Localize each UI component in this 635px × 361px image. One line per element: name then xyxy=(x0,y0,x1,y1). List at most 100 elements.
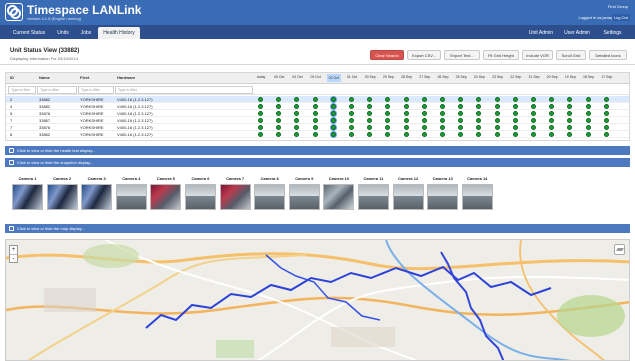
health-status-icon[interactable] xyxy=(312,97,318,102)
health-status-icon[interactable] xyxy=(585,104,591,109)
health-status-icon[interactable] xyxy=(603,111,609,116)
health-status-icon[interactable] xyxy=(367,97,373,102)
export-csv-button[interactable]: Export CSV... xyxy=(407,50,441,60)
snapshot-display-toggle[interactable]: Click to view or hide the snapshot displ… xyxy=(5,158,630,167)
date-column-header[interactable]: 24 Sep xyxy=(472,75,486,79)
date-column-header[interactable]: 18 Sep xyxy=(582,75,596,79)
filter-name-input[interactable]: Type to filter xyxy=(37,86,77,94)
nav-health-history[interactable]: Health History xyxy=(98,27,140,39)
health-status-icon[interactable] xyxy=(458,111,464,116)
zoom-out-button[interactable]: - xyxy=(10,255,17,264)
date-column-header[interactable]: 23 Sep xyxy=(491,75,505,79)
health-status-icon[interactable] xyxy=(367,118,373,123)
detailed-icons-button[interactable]: Detailed Icons xyxy=(589,50,627,60)
camera-snapshot[interactable] xyxy=(150,184,182,210)
column-hardware[interactable]: Hardware xyxy=(117,75,135,80)
health-status-icon[interactable] xyxy=(421,125,427,130)
health-status-icon[interactable] xyxy=(385,97,391,102)
health-status-icon[interactable] xyxy=(312,125,318,130)
layers-icon[interactable] xyxy=(614,244,625,255)
date-column-header[interactable]: 28 Sep xyxy=(400,75,414,79)
date-column-header[interactable]: today xyxy=(254,75,268,79)
column-fleet[interactable]: Fleet xyxy=(80,75,89,80)
health-status-icon[interactable] xyxy=(494,104,500,109)
date-column-header[interactable]: 02 Oct xyxy=(326,74,341,82)
health-status-icon[interactable] xyxy=(312,111,318,116)
health-status-icon[interactable] xyxy=(258,104,263,109)
date-column-header[interactable]: 21 Sep xyxy=(527,75,541,79)
health-status-icon[interactable] xyxy=(330,97,336,102)
health-status-icon[interactable] xyxy=(494,125,500,130)
nav-user-admin[interactable]: User Admin xyxy=(562,27,592,39)
camera-snapshot[interactable] xyxy=(81,184,113,210)
health-status-icon[interactable] xyxy=(385,104,391,109)
export-text-button[interactable]: Export Text... xyxy=(444,50,480,60)
health-status-icon[interactable] xyxy=(276,118,282,123)
camera-snapshot[interactable] xyxy=(12,184,43,210)
date-column-header[interactable]: 05 Oct xyxy=(272,75,286,79)
health-status-icon[interactable] xyxy=(567,111,573,116)
health-status-icon[interactable] xyxy=(294,132,300,137)
camera-snapshot[interactable] xyxy=(115,184,147,210)
nav-jobs[interactable]: Jobs xyxy=(77,27,95,39)
health-status-icon[interactable] xyxy=(531,97,536,102)
health-display-toggle[interactable]: Click to view or hide the health test di… xyxy=(5,146,630,155)
health-status-icon[interactable] xyxy=(440,111,445,116)
health-status-icon[interactable] xyxy=(531,125,536,130)
health-status-icon[interactable] xyxy=(512,132,518,137)
health-status-icon[interactable] xyxy=(549,111,555,116)
health-status-icon[interactable] xyxy=(549,132,555,137)
health-status-icon[interactable] xyxy=(567,97,573,102)
health-status-icon[interactable] xyxy=(494,132,500,137)
date-column-header[interactable]: 20 Sep xyxy=(545,75,559,79)
date-column-header[interactable]: 19 Sep xyxy=(563,75,577,79)
table-row[interactable]: 7 33876 YORKSHIRE V400-16 (1.2.3.127) xyxy=(6,124,629,131)
date-column-header[interactable]: 01 Oct xyxy=(345,75,359,79)
camera-snapshot[interactable] xyxy=(392,184,424,210)
health-status-icon[interactable] xyxy=(585,97,591,102)
health-status-icon[interactable] xyxy=(258,97,263,102)
health-status-icon[interactable] xyxy=(440,125,445,130)
health-status-icon[interactable] xyxy=(494,111,500,116)
table-row[interactable]: 5 33878 YORKSHIRE V400-16 (1.2.3.127) xyxy=(6,110,629,117)
health-status-icon[interactable] xyxy=(458,132,464,137)
map-view[interactable] xyxy=(5,239,630,361)
date-column-header[interactable]: 26 Sep xyxy=(436,75,450,79)
health-status-icon[interactable] xyxy=(603,118,609,123)
camera-snapshot[interactable] xyxy=(254,184,286,210)
health-status-icon[interactable] xyxy=(585,132,591,137)
health-status-icon[interactable] xyxy=(312,132,318,137)
health-status-icon[interactable] xyxy=(603,97,609,102)
health-status-icon[interactable] xyxy=(567,104,573,109)
health-status-icon[interactable] xyxy=(603,104,609,109)
filter-fleet-input[interactable]: Type to filter xyxy=(78,86,114,94)
health-status-icon[interactable] xyxy=(603,132,609,137)
health-status-icon[interactable] xyxy=(458,104,464,109)
health-status-icon[interactable] xyxy=(385,111,391,116)
table-row[interactable]: 7 33867 YORKSHIRE V400-16 (1.2.3.127) xyxy=(6,117,629,124)
health-status-icon[interactable] xyxy=(330,118,336,123)
column-id[interactable]: ID xyxy=(10,75,14,80)
health-status-icon[interactable] xyxy=(294,104,300,109)
health-status-icon[interactable] xyxy=(603,125,609,130)
health-status-icon[interactable] xyxy=(294,97,300,102)
health-status-icon[interactable] xyxy=(403,111,409,116)
health-status-icon[interactable] xyxy=(349,118,354,123)
date-column-header[interactable]: 03 Oct xyxy=(309,75,323,79)
health-status-icon[interactable] xyxy=(367,104,373,109)
health-status-icon[interactable] xyxy=(494,118,500,123)
health-status-icon[interactable] xyxy=(585,125,591,130)
health-status-icon[interactable] xyxy=(531,104,536,109)
fit-grid-height-button[interactable]: Fit Grid Height xyxy=(483,50,519,60)
health-status-icon[interactable] xyxy=(512,125,518,130)
health-status-icon[interactable] xyxy=(421,97,427,102)
health-status-icon[interactable] xyxy=(312,104,318,109)
health-status-icon[interactable] xyxy=(531,118,536,123)
health-status-icon[interactable] xyxy=(276,132,282,137)
camera-snapshot[interactable] xyxy=(358,184,389,210)
clear-search-button[interactable]: Clear Search xyxy=(370,50,404,60)
health-status-icon[interactable] xyxy=(421,111,427,116)
health-status-icon[interactable] xyxy=(367,111,373,116)
health-status-icon[interactable] xyxy=(512,104,518,109)
date-column-header[interactable]: 22 Sep xyxy=(509,75,523,79)
